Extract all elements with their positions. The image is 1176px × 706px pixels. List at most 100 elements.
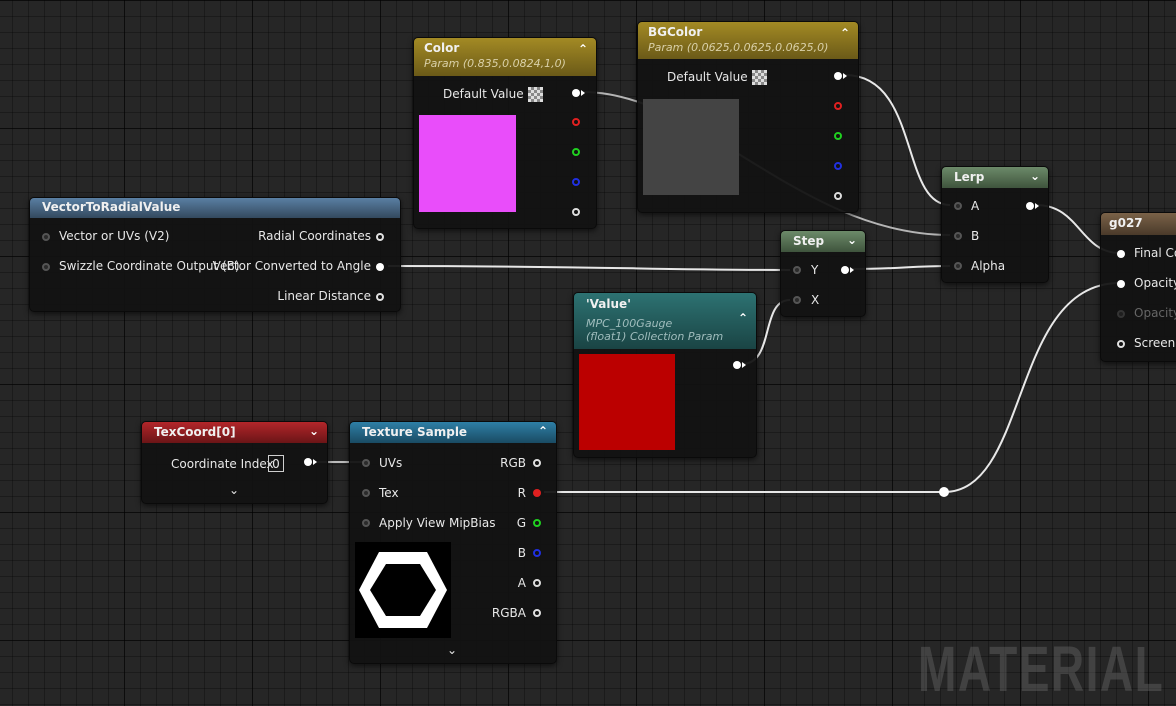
bgcolor-param-node[interactable]: BGColor Param (0.0625,0.0625,0.0625,0) ⌃… — [637, 21, 859, 213]
step-input-pin-x[interactable] — [793, 296, 801, 304]
color-default-value: Default Value — [443, 87, 543, 102]
lerp-output-pin[interactable] — [1026, 202, 1034, 210]
texture-output-pin-g[interactable] — [533, 519, 541, 527]
result-node-header[interactable]: g027 — [1101, 213, 1176, 235]
texcoord-node-header[interactable]: TexCoord[0] ⌄ — [142, 422, 327, 443]
texcoord-node[interactable]: TexCoord[0] ⌄ Coordinate Index 0 ⌄ — [141, 421, 328, 504]
color-r-output-pin[interactable] — [572, 118, 580, 126]
pin-arrow-icon — [742, 362, 746, 368]
result-input-pin-final-color[interactable] — [1117, 250, 1125, 258]
texture-output-rgb-label: RGB — [500, 456, 526, 470]
result-input-pin-screen-position[interactable] — [1117, 340, 1125, 348]
bgcolor-node-subtitle: Param (0.0625,0.0625,0.0625,0) — [648, 41, 829, 54]
bgcolor-g-output-pin[interactable] — [834, 132, 842, 140]
collapse-icon[interactable]: ⌃ — [840, 26, 850, 40]
collapse-icon[interactable]: ⌄ — [1030, 169, 1040, 183]
texture-sample-node[interactable]: Texture Sample ⌃ UVs Tex Apply View MipB… — [349, 421, 557, 664]
color-g-output-pin[interactable] — [572, 148, 580, 156]
coordinate-index-label: Coordinate Index — [171, 457, 274, 471]
vector-input-pin-swizzle[interactable] — [42, 263, 50, 271]
value-output-pin[interactable] — [733, 361, 741, 369]
bgcolor-r-output-pin[interactable] — [834, 102, 842, 110]
wire-step-to-lerp-alpha — [851, 265, 951, 270]
vector-node-header[interactable]: VectorToRadialValue — [30, 198, 400, 218]
bgcolor-b-output-pin[interactable] — [834, 162, 842, 170]
value-node-subtitle-type: (float1) Collection Param — [586, 330, 724, 343]
color-param-node[interactable]: Color Param (0.835,0.0824,1,0) ⌃ Default… — [413, 37, 597, 229]
color-swatch — [419, 115, 516, 212]
color-rgb-output-pin[interactable] — [572, 89, 580, 97]
coordinate-index-input[interactable]: 0 — [268, 455, 284, 472]
vector-output-pin-angle[interactable] — [376, 263, 384, 271]
collapse-icon[interactable]: ⌄ — [309, 424, 319, 438]
vector-node-title: VectorToRadialValue — [42, 200, 181, 214]
vector-output-pin-radial[interactable] — [376, 233, 384, 241]
color-node-header[interactable]: Color Param (0.835,0.0824,1,0) ⌃ — [414, 38, 596, 76]
texture-input-pin-tex[interactable] — [362, 489, 370, 497]
texcoord-node-title: TexCoord[0] — [154, 425, 236, 439]
value-collection-param-node[interactable]: 'Value' MPC_100Gauge (float1) Collection… — [573, 292, 757, 458]
color-node-title: Color — [424, 41, 460, 55]
collapse-icon[interactable]: ⌃ — [578, 42, 588, 56]
expand-icon[interactable]: ⌄ — [447, 643, 457, 657]
bgcolor-a-output-pin[interactable] — [834, 192, 842, 200]
step-output-pin[interactable] — [841, 266, 849, 274]
texcoord-output-pin[interactable] — [304, 458, 312, 466]
pin-arrow-icon — [1035, 203, 1039, 209]
lerp-input-pin-alpha[interactable] — [954, 262, 962, 270]
texture-output-pin-rgb[interactable] — [533, 459, 541, 467]
checker-icon — [527, 87, 543, 102]
pin-arrow-icon — [313, 459, 317, 465]
result-node-title: g027 — [1109, 216, 1143, 230]
collapse-icon[interactable]: ⌄ — [847, 233, 857, 247]
color-a-output-pin[interactable] — [572, 208, 580, 216]
vector-to-radial-node[interactable]: VectorToRadialValue Vector or UVs (V2) S… — [29, 197, 401, 312]
collapse-icon[interactable]: ⌃ — [538, 424, 548, 438]
step-input-pin-y[interactable] — [793, 266, 801, 274]
step-node-header[interactable]: Step ⌄ — [781, 231, 865, 252]
texture-output-pin-rgba[interactable] — [533, 609, 541, 617]
texture-output-rgba-label: RGBA — [491, 606, 526, 620]
result-input-screen-position-label: Screen Position — [1134, 336, 1176, 350]
texture-output-pin-r[interactable] — [533, 489, 541, 497]
lerp-node-header[interactable]: Lerp ⌄ — [942, 167, 1048, 188]
bgcolor-rgb-output-pin[interactable] — [834, 72, 842, 80]
collapse-icon[interactable]: ⌃ — [738, 311, 748, 325]
material-result-node[interactable]: g027 Final Color Opacity Opacity Mask Sc… — [1100, 212, 1176, 362]
texture-input-tex-label: Tex — [379, 486, 399, 500]
texture-output-pin-a[interactable] — [533, 579, 541, 587]
default-value-label: Default Value — [667, 70, 748, 84]
texture-output-pin-b[interactable] — [533, 549, 541, 557]
default-value-label: Default Value — [443, 87, 524, 101]
texture-input-pin-uvs[interactable] — [362, 459, 370, 467]
result-input-pin-opacity-mask[interactable] — [1117, 310, 1125, 318]
pin-arrow-icon — [850, 267, 854, 273]
expand-icon[interactable]: ⌄ — [229, 483, 239, 497]
wire-bgcolor-to-lerp-a — [844, 74, 951, 206]
vector-output-angle-label: Vector Converted to Angle — [212, 259, 371, 273]
texture-node-header[interactable]: Texture Sample ⌃ — [350, 422, 556, 443]
bgcolor-node-title: BGColor — [648, 25, 703, 39]
step-node[interactable]: Step ⌄ Y X — [780, 230, 866, 317]
step-input-x-label: X — [811, 293, 820, 307]
vector-input-pin-uvs[interactable] — [42, 233, 50, 241]
bgcolor-swatch — [643, 99, 739, 195]
lerp-input-pin-a[interactable] — [954, 202, 962, 210]
texture-output-a-label: A — [517, 576, 526, 590]
color-node-subtitle: Param (0.835,0.0824,1,0) — [424, 57, 566, 70]
texture-input-pin-mipbias[interactable] — [362, 519, 370, 527]
reroute-node[interactable] — [939, 487, 949, 497]
vector-output-pin-distance[interactable] — [376, 293, 384, 301]
lerp-node[interactable]: Lerp ⌄ A B Alpha — [941, 166, 1049, 283]
bgcolor-node-header[interactable]: BGColor Param (0.0625,0.0625,0.0625,0) ⌃ — [638, 22, 858, 59]
texture-input-mipbias-label: Apply View MipBias — [379, 516, 496, 530]
value-node-title: 'Value' — [586, 297, 631, 311]
vector-output-distance-label: Linear Distance — [277, 289, 371, 303]
result-input-pin-opacity[interactable] — [1117, 280, 1125, 288]
lerp-input-pin-b[interactable] — [954, 232, 962, 240]
color-b-output-pin[interactable] — [572, 178, 580, 186]
value-node-header[interactable]: 'Value' MPC_100Gauge (float1) Collection… — [574, 293, 756, 349]
bgcolor-default-value: Default Value — [667, 70, 767, 85]
texture-output-g-label: G — [516, 516, 526, 530]
lerp-node-title: Lerp — [954, 170, 985, 184]
